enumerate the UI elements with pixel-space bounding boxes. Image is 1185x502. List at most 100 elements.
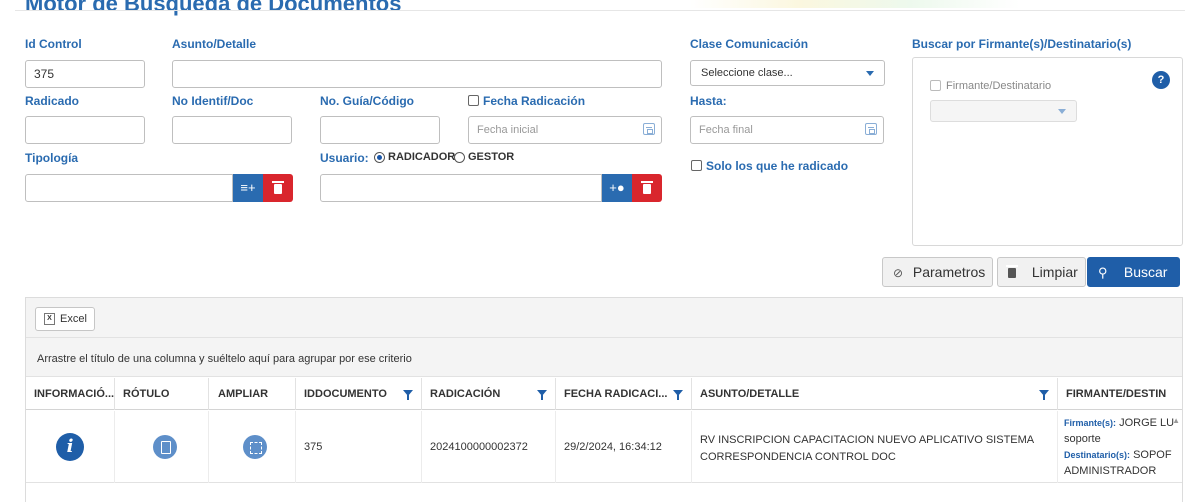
- trash-icon: [272, 180, 284, 194]
- clase-selected-value: Seleccione clase...: [701, 67, 793, 79]
- buscar-button[interactable]: ⚲ Buscar: [1087, 257, 1180, 287]
- firmante-checkbox-label: Firmante/Destinatario: [946, 80, 1052, 92]
- buscar-label: Buscar: [1123, 264, 1168, 280]
- list-add-icon: ≡+: [240, 180, 256, 195]
- no-guia-input[interactable]: [320, 116, 440, 144]
- column-header-radicacion[interactable]: RADICACIÓN: [422, 378, 556, 410]
- asunto-label: Asunto/Detalle: [172, 37, 257, 51]
- column-header-iddocumento[interactable]: IDDOCUMENTO: [296, 378, 422, 410]
- parametros-button[interactable]: ⊘ Parametros: [882, 257, 993, 287]
- column-header-fecha-label: FECHA RADICACI...: [564, 388, 668, 400]
- trash-icon: [1006, 258, 1028, 286]
- label-print-icon[interactable]: [153, 435, 177, 459]
- id-control-input[interactable]: 375: [25, 60, 145, 88]
- no-identif-label: No Identif/Doc: [172, 94, 254, 108]
- radicado-label: Radicado: [25, 94, 80, 108]
- chevron-down-icon: [866, 71, 874, 76]
- clear-usuario-button[interactable]: [632, 174, 662, 202]
- radio-radicador-label: RADICADOR: [388, 151, 456, 163]
- column-header-asunto[interactable]: ASUNTO/DETALLE: [692, 378, 1058, 410]
- destinatario-value-2: ADMINISTRADOR: [1064, 465, 1157, 477]
- firmante-key: Firmante(s):: [1064, 418, 1117, 428]
- info-icon[interactable]: i: [56, 433, 84, 461]
- calendar-icon[interactable]: [865, 123, 877, 135]
- results-grid: X Excel Arrastre el título de una column…: [25, 297, 1183, 502]
- usuario-label: Usuario:: [320, 151, 369, 165]
- firmante-select[interactable]: [930, 100, 1077, 122]
- destinatario-key: Destinatario(s):: [1064, 450, 1131, 460]
- cell-asunto: RV INSCRIPCION CAPACITACION NUEVO APLICA…: [692, 411, 1058, 483]
- column-header-ampliar[interactable]: AMPLIAR: [209, 378, 296, 410]
- column-header-asunto-label: ASUNTO/DETALLE: [700, 388, 800, 400]
- destinatario-value: SOPOF: [1133, 449, 1172, 461]
- firmante-panel: Firmante/Destinatario ?: [912, 57, 1183, 246]
- asunto-input[interactable]: [172, 60, 662, 88]
- cell-ampliar: [209, 411, 296, 483]
- radio-gestor-label: GESTOR: [468, 151, 515, 163]
- no-guia-label: No. Guía/Código: [320, 94, 414, 108]
- parametros-label: Parametros: [912, 264, 986, 280]
- filter-icon[interactable]: [673, 390, 683, 400]
- fecha-inicial-placeholder: Fecha inicial: [477, 124, 539, 136]
- limpiar-button[interactable]: Limpiar: [997, 257, 1086, 287]
- header-divider: [15, 10, 1185, 11]
- no-identif-input[interactable]: [172, 116, 292, 144]
- filter-icon[interactable]: [1039, 390, 1049, 400]
- id-control-label: Id Control: [25, 37, 82, 51]
- cell-iddocumento: 375: [296, 411, 422, 483]
- hasta-label: Hasta:: [690, 94, 727, 108]
- tipologia-input[interactable]: [25, 174, 233, 202]
- group-drop-area[interactable]: Arrastre el título de una columna y suél…: [26, 338, 1182, 377]
- cell-rotulo: [115, 411, 209, 483]
- fecha-inicial-input[interactable]: Fecha inicial: [468, 116, 662, 144]
- fecha-radicacion-label: Fecha Radicación: [483, 94, 586, 108]
- clear-tipologia-button[interactable]: [263, 174, 293, 202]
- tipologia-label: Tipología: [25, 151, 79, 165]
- column-header-iddocumento-label: IDDOCUMENTO: [304, 388, 387, 400]
- column-header-radicacion-label: RADICACIÓN: [430, 388, 501, 400]
- firmante-value-2: soporte: [1064, 433, 1101, 445]
- cell-informacion: i: [26, 411, 115, 483]
- add-usuario-button[interactable]: +●: [602, 174, 632, 202]
- help-icon[interactable]: ?: [1152, 71, 1170, 89]
- group-hint-text: Arrastre el título de una columna y suél…: [37, 353, 412, 365]
- column-header-firmante[interactable]: FIRMANTE/DESTIN: [1058, 378, 1184, 410]
- fecha-final-input[interactable]: Fecha final: [690, 116, 884, 144]
- radio-radicador[interactable]: [374, 152, 385, 163]
- calendar-icon[interactable]: [643, 123, 655, 135]
- page-title: Motor de Búsqueda de Documentos: [25, 0, 402, 16]
- column-header-fecha[interactable]: FECHA RADICACI...: [556, 378, 692, 410]
- clase-comunicacion-select[interactable]: Seleccione clase...: [690, 60, 885, 86]
- excel-label: Excel: [60, 313, 87, 325]
- cell-firmante: Firmante(s): JORGE LU soporte Destinatar…: [1058, 411, 1184, 483]
- usuario-input[interactable]: [320, 174, 602, 202]
- excel-export-button[interactable]: X Excel: [35, 307, 95, 331]
- limpiar-label: Limpiar: [1031, 264, 1078, 280]
- filter-icon[interactable]: [537, 390, 547, 400]
- firmante-text: Firmante(s): JORGE LU soporte Destinatar…: [1058, 411, 1184, 479]
- column-header-rotulo[interactable]: RÓTULO: [115, 378, 209, 410]
- fecha-final-placeholder: Fecha final: [699, 124, 753, 136]
- scroll-up-arrow-icon[interactable]: ▲: [1172, 416, 1180, 425]
- column-header-informacion[interactable]: INFORMACIÓ...: [26, 378, 115, 410]
- cell-radicacion: 2024100000002372: [422, 411, 556, 483]
- table-row[interactable]: i 375 2024100000002372 29/2/2024, 16:34:…: [26, 411, 1182, 483]
- eye-slash-icon: ⊘: [893, 266, 904, 280]
- firmante-checkbox[interactable]: [930, 80, 941, 91]
- asunto-text: RV INSCRIPCION CAPACITACION NUEVO APLICA…: [700, 434, 1034, 463]
- grid-toolbar: X Excel: [26, 298, 1182, 338]
- solo-radicado-checkbox[interactable]: [691, 160, 702, 171]
- solo-radicado-label: Solo los que he radicado: [706, 159, 849, 173]
- excel-icon: X: [44, 313, 55, 325]
- expand-icon[interactable]: [243, 435, 267, 459]
- firmante-panel-title: Buscar por Firmante(s)/Destinatario(s): [912, 37, 1132, 51]
- grid-header: INFORMACIÓ... RÓTULO AMPLIAR IDDOCUMENTO…: [26, 378, 1182, 410]
- firmante-value: JORGE LU: [1119, 417, 1175, 429]
- radio-gestor[interactable]: [454, 152, 465, 163]
- clase-comunicacion-label: Clase Comunicación: [690, 37, 809, 51]
- radicado-input[interactable]: [25, 116, 145, 144]
- add-tipologia-button[interactable]: ≡+: [233, 174, 263, 202]
- fecha-radicacion-checkbox[interactable]: [468, 95, 479, 106]
- cell-fecha: 29/2/2024, 16:34:12: [556, 411, 692, 483]
- filter-icon[interactable]: [403, 390, 413, 400]
